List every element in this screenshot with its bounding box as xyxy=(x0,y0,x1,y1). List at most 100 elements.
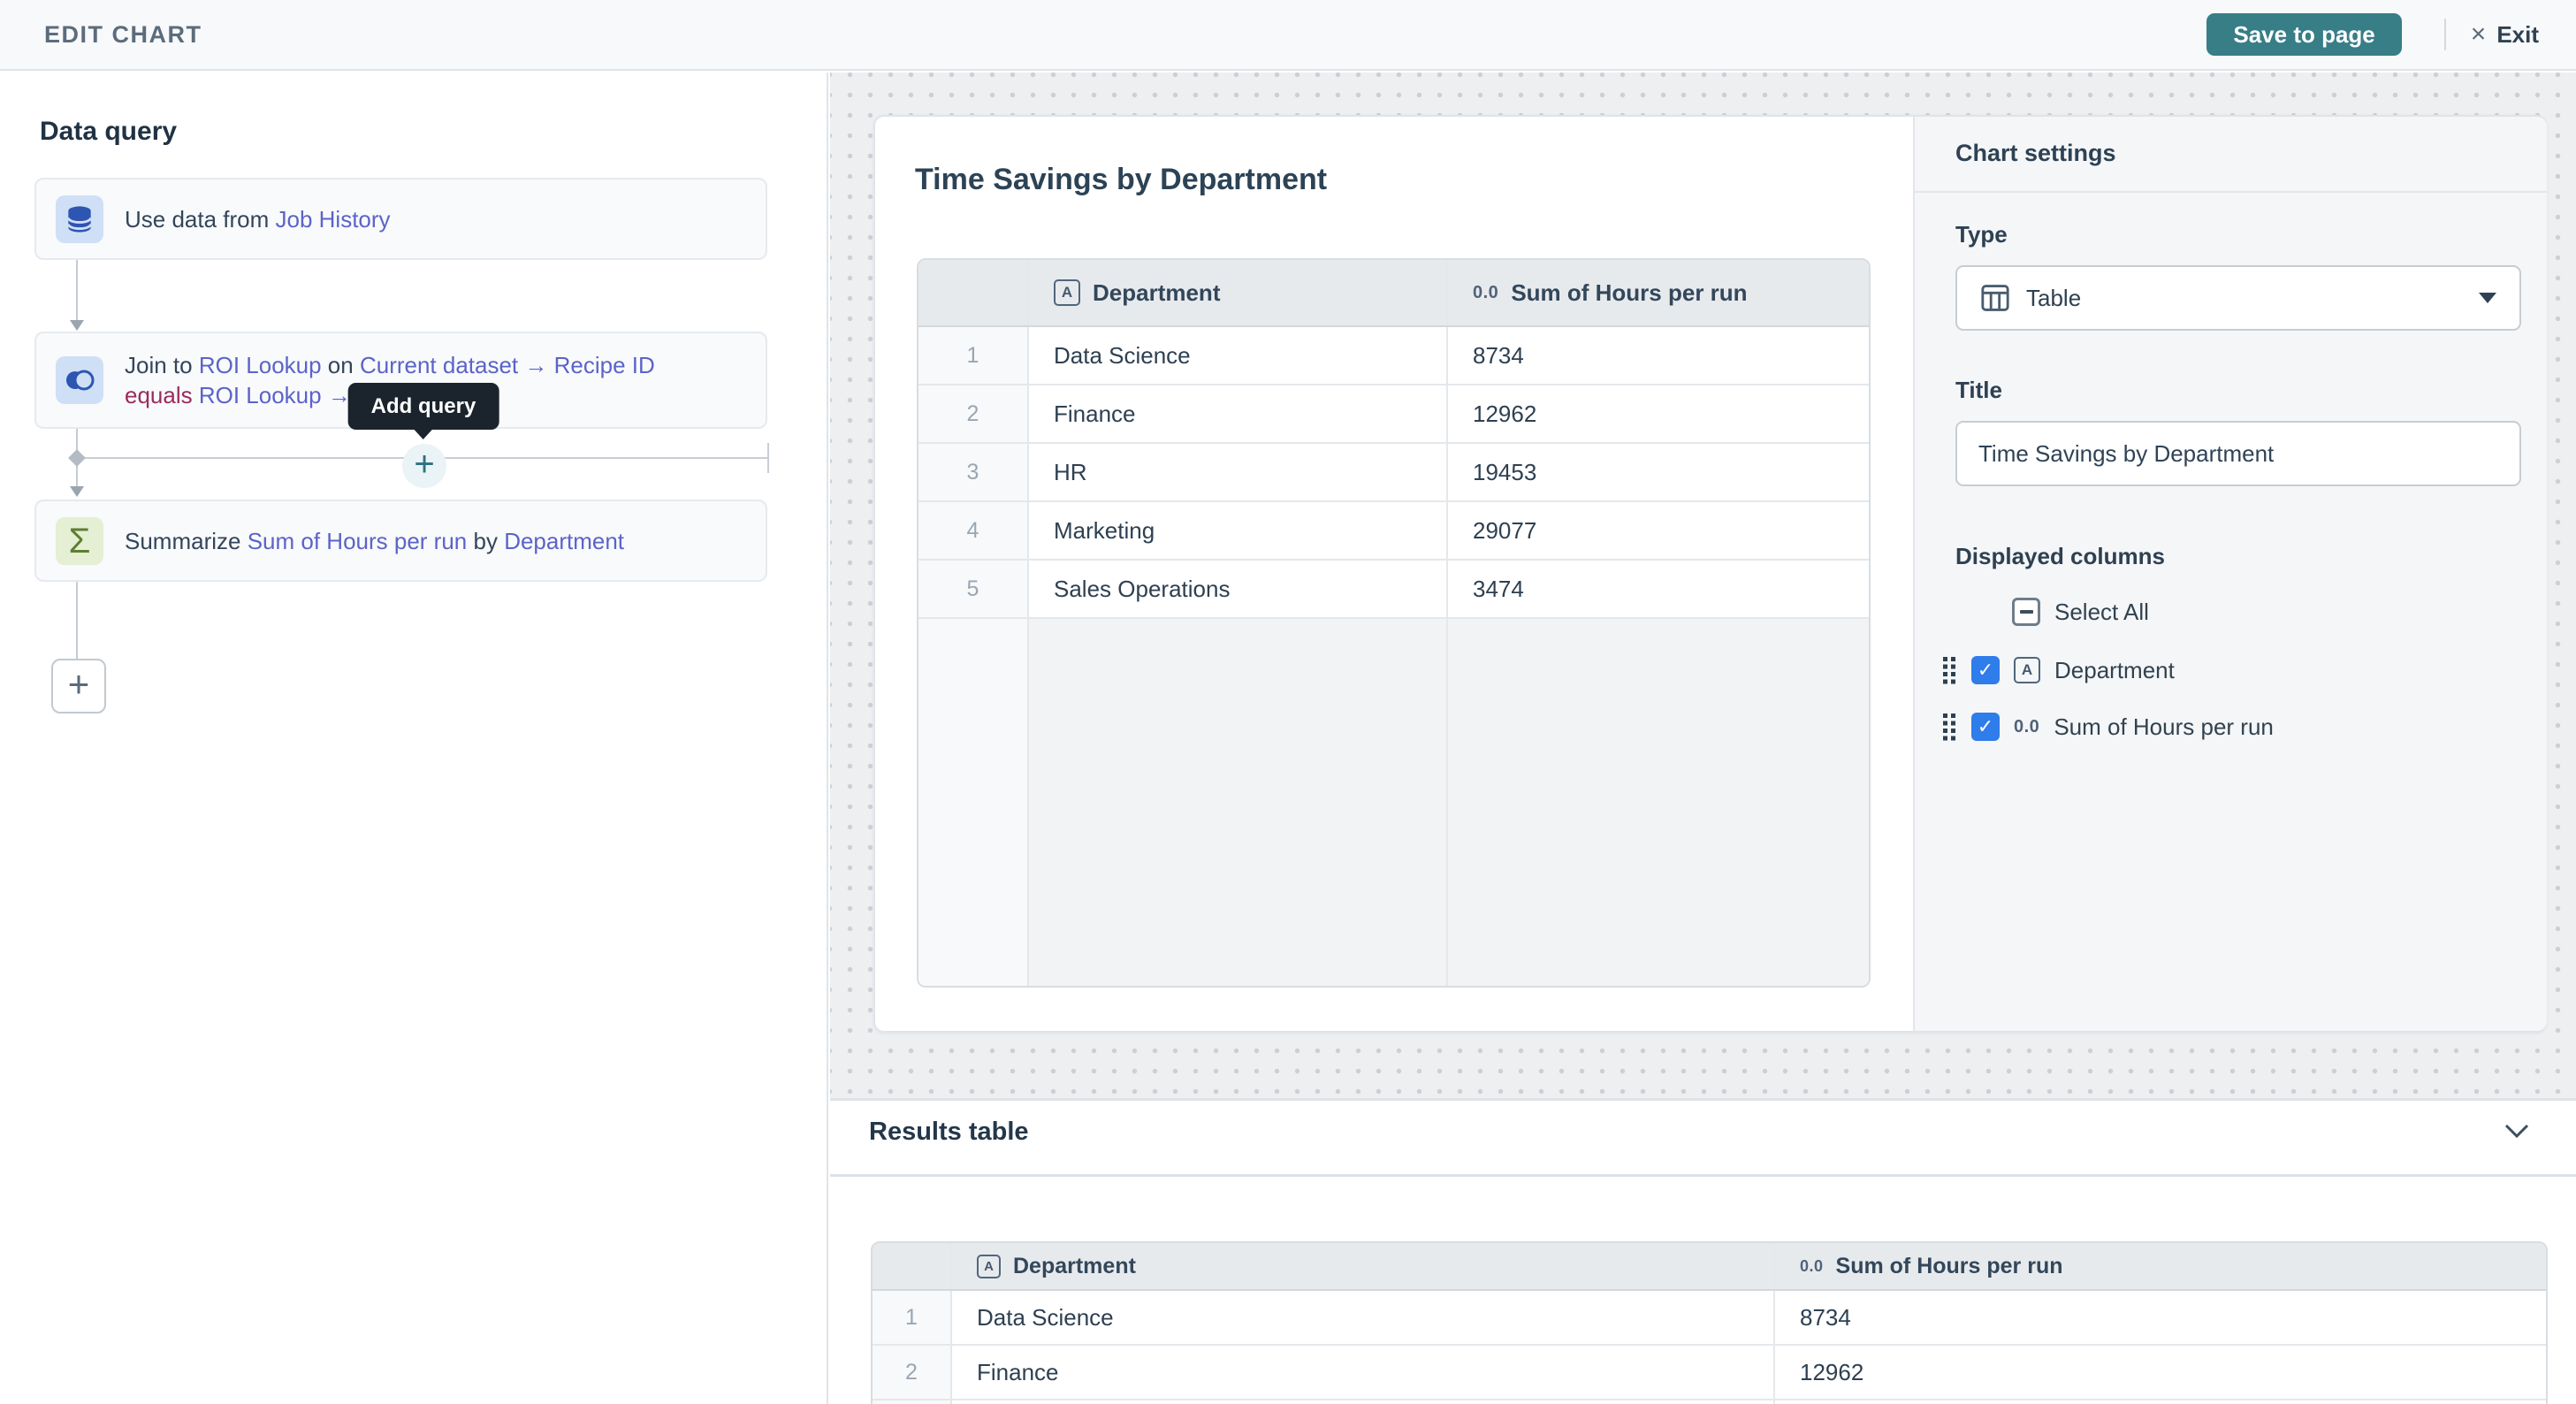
cell-department: Finance xyxy=(1029,385,1448,442)
header-row-number xyxy=(918,260,1029,325)
chart-title-input[interactable] xyxy=(1955,421,2521,486)
preview-table-header: A Department 0.0 Sum of Hours per run xyxy=(918,260,1869,327)
header-department[interactable]: A Department xyxy=(1029,260,1448,325)
text-type-icon: A xyxy=(977,1255,1001,1278)
cell-hours: 8734 xyxy=(1775,1291,2546,1344)
column-item-department: ✓ A Department xyxy=(1941,654,2175,686)
save-to-page-button[interactable]: Save to page xyxy=(2206,13,2401,56)
header-hours-label: Sum of Hours per run xyxy=(1836,1254,2063,1279)
column-item-label: Department xyxy=(2054,657,2175,684)
summarize-groupby-link[interactable]: Department xyxy=(504,528,624,554)
page-title: EDIT CHART xyxy=(44,21,202,49)
cell-department: Sales Operations xyxy=(1029,561,1448,617)
cell-hours: 12962 xyxy=(1775,1346,2546,1399)
collapse-results-button[interactable] xyxy=(2504,1123,2530,1141)
header-department[interactable]: A Department xyxy=(952,1243,1775,1289)
number-type-icon: 0.0 xyxy=(2014,717,2039,737)
select-all-checkbox[interactable] xyxy=(2012,598,2040,626)
query-step-source-text: Use data from Job History xyxy=(125,204,391,234)
chart-preview-title: Time Savings by Department xyxy=(915,163,1327,197)
data-query-panel: Data query Use data from Job History xyxy=(0,72,828,1404)
chevron-down-icon xyxy=(2504,1123,2530,1139)
flow-arrow-2 xyxy=(70,486,84,497)
cell-hours: 19453 xyxy=(1775,1400,2546,1404)
chart-type-select[interactable]: Table xyxy=(1955,265,2521,331)
summarize-text-plain-1: Summarize xyxy=(125,528,248,554)
drag-handle-icon[interactable] xyxy=(1941,654,1957,686)
row-number: 2 xyxy=(918,385,1029,442)
cell-department: Finance xyxy=(952,1346,1775,1399)
table-row: 4 Marketing 29077 xyxy=(918,502,1869,561)
table-row: 3 HR 19453 xyxy=(873,1400,2546,1404)
cell-department: HR xyxy=(952,1400,1775,1404)
table-empty-area xyxy=(918,619,1869,986)
text-type-icon: A xyxy=(1054,279,1080,306)
exit-label: Exit xyxy=(2496,21,2539,49)
summarize-measure-link[interactable]: Sum of Hours per run xyxy=(248,528,468,554)
close-icon: × xyxy=(2471,21,2487,48)
join-icon xyxy=(56,356,103,404)
column-item-hours: ✓ 0.0 Sum of Hours per run xyxy=(1941,711,2274,743)
flow-arrow-1 xyxy=(70,320,84,331)
sigma-icon: Σ xyxy=(56,517,103,565)
join-table-link[interactable]: ROI Lookup xyxy=(199,352,322,378)
indeterminate-minus-icon xyxy=(2020,610,2033,614)
header-department-label: Department xyxy=(1093,279,1220,307)
results-divider xyxy=(830,1174,2576,1177)
empty-hours-col xyxy=(1448,619,1869,986)
summarize-text-plain-2: by xyxy=(467,528,504,554)
number-type-icon: 0.0 xyxy=(1473,283,1498,303)
chart-settings-heading: Chart settings xyxy=(1955,140,2116,167)
join-left-key-link[interactable]: Current dataset → Recipe ID xyxy=(360,352,655,378)
chart-widget-card: Time Savings by Department A Department … xyxy=(873,115,2547,1033)
text-type-icon: A xyxy=(2014,657,2040,683)
flow-line-3 xyxy=(76,582,78,659)
header-hours-label: Sum of Hours per run xyxy=(1511,279,1747,307)
cell-hours: 8734 xyxy=(1448,327,1869,384)
title-label: Title xyxy=(1955,377,2002,404)
cell-hours: 3474 xyxy=(1448,561,1869,617)
hours-checkbox[interactable]: ✓ xyxy=(1971,713,2000,741)
cell-department: Marketing xyxy=(1029,502,1448,559)
results-table: A Department 0.0 Sum of Hours per run 1 … xyxy=(871,1241,2548,1404)
header-hours[interactable]: 0.0 Sum of Hours per run xyxy=(1775,1243,2546,1289)
type-label: Type xyxy=(1955,221,2008,248)
table-row: 1 Data Science 8734 xyxy=(918,327,1869,385)
row-number: 1 xyxy=(918,327,1029,384)
topbar-divider xyxy=(2444,19,2446,50)
sigma-glyph: Σ xyxy=(69,523,91,559)
query-step-summarize-text: Summarize Sum of Hours per run by Depart… xyxy=(125,526,624,556)
results-table-heading: Results table xyxy=(869,1118,1029,1147)
table-row: 3 HR 19453 xyxy=(918,444,1869,502)
header-hours[interactable]: 0.0 Sum of Hours per run xyxy=(1448,260,1869,325)
join-equals-text: equals xyxy=(125,382,193,408)
empty-row-number-col xyxy=(918,619,1029,986)
number-type-icon: 0.0 xyxy=(1800,1257,1824,1276)
inline-add-query-button[interactable]: + xyxy=(402,444,446,488)
cell-department: Data Science xyxy=(952,1291,1775,1344)
query-step-summarize[interactable]: Σ Summarize Sum of Hours per run by Depa… xyxy=(34,500,767,582)
data-query-heading: Data query xyxy=(40,117,177,147)
results-table-header: A Department 0.0 Sum of Hours per run xyxy=(873,1243,2546,1291)
select-all-label: Select All xyxy=(2054,599,2149,626)
row-number: 5 xyxy=(918,561,1029,617)
source-dataset-link[interactable]: Job History xyxy=(276,206,391,233)
query-step-source[interactable]: Use data from Job History xyxy=(34,178,767,260)
table-row: 1 Data Science 8734 xyxy=(873,1291,2546,1346)
empty-department-col xyxy=(1029,619,1448,986)
displayed-columns-label: Displayed columns xyxy=(1955,543,2165,570)
column-item-label: Sum of Hours per run xyxy=(2054,713,2274,741)
add-query-tooltip: Add query xyxy=(348,383,499,430)
database-icon xyxy=(56,195,103,243)
row-number: 3 xyxy=(873,1400,952,1404)
exit-button[interactable]: × Exit xyxy=(2471,21,2539,49)
flow-line-1 xyxy=(76,260,78,320)
table-type-icon xyxy=(1980,283,2010,313)
join-space-2 xyxy=(193,382,199,408)
department-checkbox[interactable]: ✓ xyxy=(1971,656,2000,684)
add-step-button[interactable]: + xyxy=(51,659,106,713)
branch-end-tick xyxy=(767,443,769,473)
source-text-plain: Use data from xyxy=(125,206,276,233)
edit-chart-page: EDIT CHART Save to page × Exit Data quer… xyxy=(0,0,2576,1404)
drag-handle-icon[interactable] xyxy=(1941,711,1957,743)
